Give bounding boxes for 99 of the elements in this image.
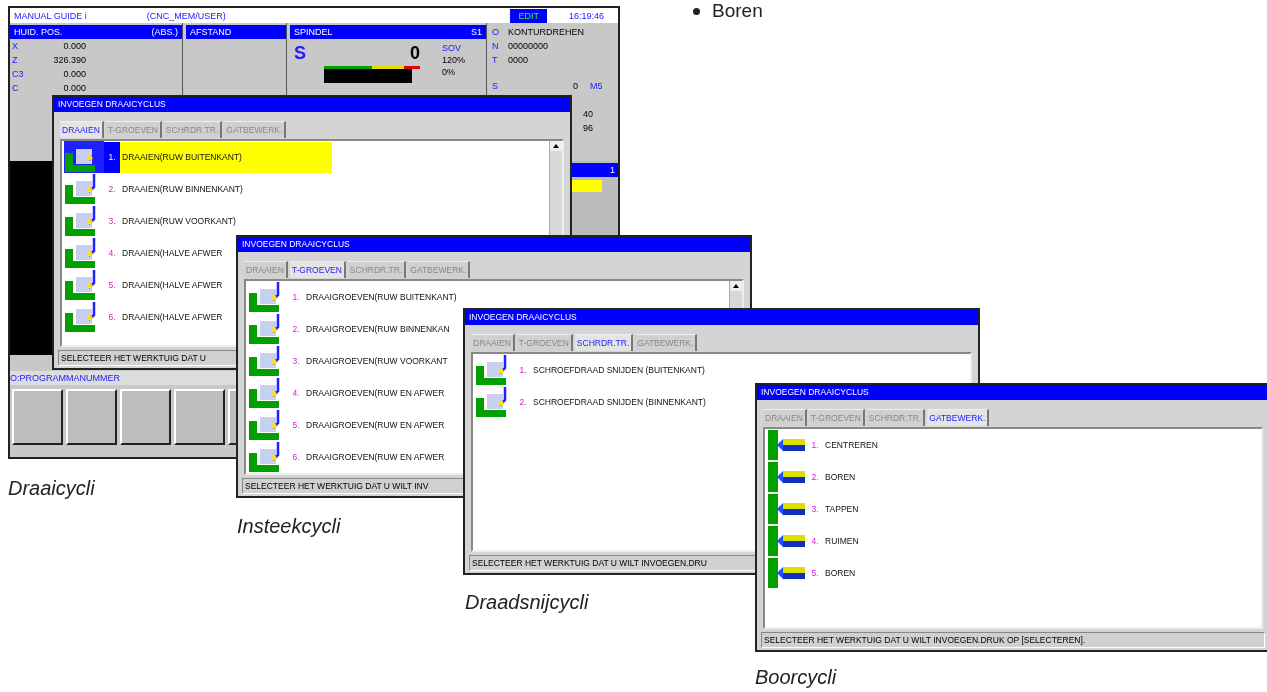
position-header: HUID. POS. (ABS.) [10,25,182,39]
program-key: T [490,55,508,65]
item-number: 2. [810,472,820,482]
item-number: 3. [291,356,301,366]
cycle-option[interactable]: SCHROEFDRAAD SNIJDEN (BUITENKANT) [531,365,705,375]
axis-value: 0.000 [62,69,86,79]
item-number: 5. [810,568,820,578]
axis-name: Z [11,55,19,65]
drill-icon [767,461,807,493]
cycle-option[interactable]: DRAAIEN(RUW VOORKANT) [120,216,236,226]
prompt-text: O:PROGRAMMANUMMER [10,373,120,383]
item-number: 3. [810,504,820,514]
m-code: M5 [590,81,603,91]
figure-caption: Insteekcycli [237,515,341,538]
softkey-button[interactable] [66,389,117,445]
dialog-title: INVOEGEN DRAAICYCLUS [757,385,1267,400]
axis-name: C3 [11,69,25,79]
tab[interactable]: T-GROEVEN [289,261,346,278]
program-value: KONTURDREHEN [508,27,584,37]
cycle-option[interactable]: DRAAIEN(HALVE AFWER [120,248,223,258]
axis-value: 326.390 [52,55,86,65]
axis-value: 0.000 [62,41,86,51]
tool-number-bar: 1 [572,163,618,177]
scroll-up-icon[interactable] [553,144,559,148]
tab[interactable]: DRAAIEN [60,121,104,138]
cycle-option[interactable]: BOREN [823,568,856,578]
memory-path: (CNC_MEM/USER) [146,10,226,21]
dialog-title: INVOEGEN DRAAICYCLUS [54,97,570,112]
item-number: 4. [291,388,301,398]
cycle-option[interactable]: DRAAIGROEVEN(RUW BUITENKANT) [304,292,457,302]
mode-label: MANUAL GUIDE i [14,10,87,21]
drill-icon [767,429,807,461]
edit-status: EDIT [510,8,547,23]
item-number: 4. [107,248,117,258]
item-number: 1. [291,292,301,302]
turning-tool-icon [64,141,104,173]
softkey-button[interactable] [12,389,63,445]
tab[interactable]: SCHRDR.TR. [574,334,634,351]
spindle-key: S [490,81,508,91]
cycle-option[interactable]: DRAAIEN(HALVE AFWER [120,280,223,290]
bullet-text: Boren [712,0,763,22]
item-number: 1. [810,440,820,450]
cycle-option[interactable]: DRAAIEN(RUW BUITENKANT) [120,141,332,173]
cycle-option[interactable]: SCHROEFDRAAD SNIJDEN (BINNENKANT) [531,397,706,407]
load-value: 0% [442,67,456,77]
scroll-up-icon[interactable] [733,284,739,288]
cycle-option[interactable]: DRAAIGROEVEN(RUW VOORKANT [304,356,448,366]
cycle-option[interactable]: DRAAIEN(HALVE AFWER [120,312,223,322]
cycle-option[interactable]: DRAAIGROEVEN(RUW BINNENKAN [304,324,450,334]
axis-value: 0.000 [62,83,86,93]
dialog-title: INVOEGEN DRAAICYCLUS [238,237,750,252]
figure-caption: Boorcycli [755,666,837,689]
spindle-speed: 0 [410,43,420,64]
spindle-label: S [294,43,306,64]
info-value: 96 [583,123,593,133]
clock-time: 16:19:46 [568,10,604,21]
cycle-option[interactable]: DRAAIGROEVEN(RUW EN AFWER [304,420,445,430]
item-number: 6. [291,452,301,462]
drill-icon [767,525,807,557]
spindle-header: SPINDEL S1 [290,25,486,39]
program-value: 0000 [508,55,529,65]
tab[interactable]: GATBEWERK. [927,409,990,426]
highlight-bar [572,180,602,192]
item-number: 4. [810,536,820,546]
axis-name: C [11,83,20,93]
item-number: 2. [107,184,117,194]
cycle-option[interactable]: TAPPEN [823,504,859,514]
item-number: 5. [107,280,117,290]
item-number: 3. [107,216,117,226]
cycle-option[interactable]: BOREN [823,472,856,482]
item-number: 2. [518,397,528,407]
bullet-icon [693,7,700,15]
status-message: SELECTEER HET WERKTUIG DAT U WILT INVOEGEN.DRUK OP [SELECTEREN]. [761,632,1265,648]
cycle-option[interactable]: DRAAIGROEVEN(RUW EN AFWER [304,452,445,462]
spindle-value: 0 [572,81,578,91]
item-number: 2. [291,324,301,334]
softkey-button[interactable] [174,389,225,445]
cycle-option[interactable]: DRAAIGROEVEN(RUW EN AFWER [304,388,445,398]
cycle-option[interactable]: RUIMEN [823,536,859,546]
program-value: 00000000 [508,41,549,51]
override-value: 120% [442,55,466,65]
override-label: SOV [442,43,462,53]
item-number: 1. [104,141,120,173]
drill-icon [767,493,807,525]
item-number: 5. [291,420,301,430]
axis-name: X [11,41,19,51]
drill-icon [767,557,807,589]
distance-header: AFSTAND [186,25,286,39]
item-number: 6. [107,312,117,322]
program-key: N [490,41,508,51]
softkey-button[interactable] [120,389,171,445]
info-value: 40 [583,109,593,119]
cycle-option[interactable]: CENTREREN [823,440,878,450]
dialog-title: INVOEGEN DRAAICYCLUS [465,310,978,325]
program-key: O [490,27,508,37]
cycle-option[interactable]: DRAAIEN(RUW BINNENKANT) [120,184,243,194]
figure-caption: Draaicycli [8,477,95,500]
figure-caption: Draadsnijcycli [465,591,589,614]
item-number: 1. [518,365,528,375]
